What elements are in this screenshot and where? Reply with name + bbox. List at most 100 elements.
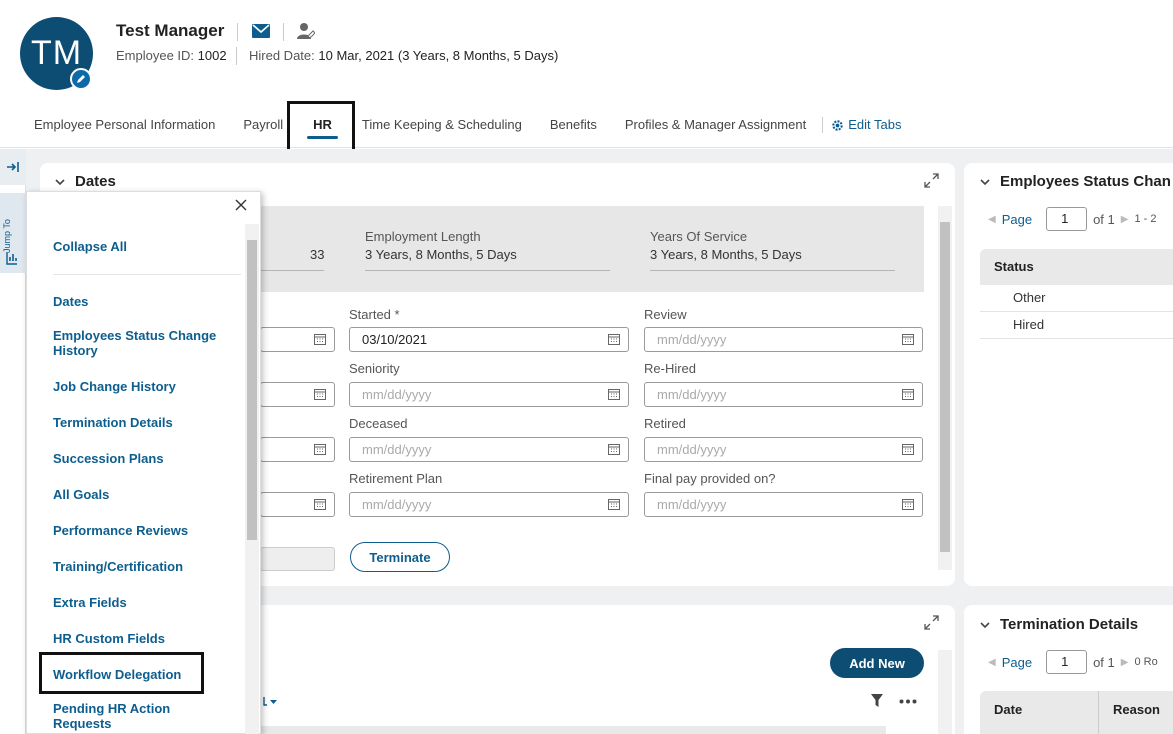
- retired-input[interactable]: mm/dd/yyyy: [644, 437, 923, 462]
- retirement-plan-label: Retirement Plan: [349, 471, 443, 486]
- chevron-down-icon: [980, 621, 990, 628]
- chevron-down-icon: [980, 178, 990, 185]
- page-input[interactable]: 1: [1046, 207, 1088, 231]
- prev-page-icon[interactable]: ◀: [988, 214, 996, 225]
- tab-benefits[interactable]: Benefits: [536, 108, 611, 142]
- gear-icon: [832, 119, 843, 131]
- expand-icon[interactable]: [924, 615, 939, 630]
- jump-link-hr-custom-fields[interactable]: HR Custom Fields: [53, 631, 223, 646]
- reason-column-header[interactable]: Reason: [1099, 691, 1173, 734]
- review-input[interactable]: mm/dd/yyyy: [644, 327, 923, 352]
- rehired-input[interactable]: mm/dd/yyyy: [644, 382, 923, 407]
- retirement-plan-input[interactable]: mm/dd/yyyy: [349, 492, 629, 517]
- calendar-icon[interactable]: [902, 333, 914, 345]
- calendar-icon[interactable]: [314, 333, 326, 345]
- review-label: Review: [644, 307, 687, 322]
- tab-time-keeping[interactable]: Time Keeping & Scheduling: [348, 108, 536, 142]
- tab-profiles-manager-assignment[interactable]: Profiles & Manager Assignment: [611, 108, 820, 142]
- dropdown-icon[interactable]: [263, 697, 279, 707]
- table-row[interactable]: Hired: [980, 312, 1173, 339]
- panel-divider: [53, 274, 241, 275]
- jump-link-extra-fields[interactable]: Extra Fields: [53, 595, 223, 610]
- dates-card-header[interactable]: Dates: [55, 173, 116, 190]
- jump-link-succession-plans[interactable]: Succession Plans: [53, 451, 223, 466]
- calendar-icon[interactable]: [902, 498, 914, 510]
- mail-icon[interactable]: [252, 24, 270, 38]
- jump-link-status-history[interactable]: Employees Status Change History: [53, 328, 223, 358]
- add-new-button[interactable]: Add New: [830, 648, 924, 678]
- page-count: of 1: [1093, 211, 1115, 227]
- calendar-icon[interactable]: [608, 333, 620, 345]
- calendar-icon[interactable]: [314, 443, 326, 455]
- summary-underline: [260, 270, 324, 271]
- avatar-initials: TM: [30, 34, 83, 72]
- close-icon[interactable]: [234, 198, 248, 212]
- expand-rail-button[interactable]: [0, 149, 26, 185]
- deceased-input[interactable]: mm/dd/yyyy: [349, 437, 629, 462]
- jump-link-termination-details[interactable]: Termination Details: [53, 415, 223, 430]
- seniority-input[interactable]: mm/dd/yyyy: [349, 382, 629, 407]
- header-divider: [237, 23, 238, 41]
- calendar-icon[interactable]: [608, 388, 620, 400]
- status-card-header[interactable]: Employees Status Chan: [980, 173, 1171, 190]
- jump-link-performance-reviews[interactable]: Performance Reviews: [53, 523, 223, 538]
- termination-card-title: Termination Details: [1000, 616, 1139, 633]
- user-edit-icon[interactable]: [297, 22, 315, 40]
- calendar-icon[interactable]: [902, 388, 914, 400]
- jump-link-dates[interactable]: Dates: [53, 294, 223, 309]
- jump-link-job-change-history[interactable]: Job Change History: [53, 379, 223, 394]
- status-column-header[interactable]: Status: [980, 249, 1173, 285]
- retired-label: Retired: [644, 416, 686, 431]
- expand-right-icon: [7, 162, 19, 172]
- pencil-icon: [77, 75, 85, 83]
- row-range: 0 Ro: [1134, 656, 1158, 668]
- tab-employee-personal-information[interactable]: Employee Personal Information: [20, 108, 229, 142]
- edit-tabs-button[interactable]: Edit Tabs: [825, 108, 907, 142]
- final-pay-input[interactable]: mm/dd/yyyy: [644, 492, 923, 517]
- employee-name: Test Manager: [116, 21, 225, 40]
- started-input[interactable]: 03/10/2021: [349, 327, 629, 352]
- calendar-icon[interactable]: [608, 498, 620, 510]
- more-options-icon[interactable]: [899, 699, 917, 704]
- next-page-icon[interactable]: ▶: [1121, 214, 1129, 225]
- jump-link-pending-hr-action-requests[interactable]: Pending HR Action Requests: [53, 701, 223, 731]
- calendar-icon[interactable]: [902, 443, 914, 455]
- calendar-icon[interactable]: [314, 388, 326, 400]
- jump-link-all-goals[interactable]: All Goals: [53, 487, 223, 502]
- header-divider: [236, 47, 237, 65]
- hired-date: Hired Date: 10 Mar, 2021 (3 Years, 8 Mon…: [249, 48, 559, 63]
- summary-value: 33: [310, 247, 325, 262]
- table-row[interactable]: Other: [980, 285, 1173, 312]
- filter-icon[interactable]: [871, 694, 883, 708]
- next-page-icon[interactable]: ▶: [1121, 657, 1129, 668]
- rehired-label: Re-Hired: [644, 361, 697, 376]
- dates-scrollbar[interactable]: [938, 206, 952, 570]
- employment-length-label: Employment Length: [365, 229, 481, 244]
- edit-avatar-button[interactable]: [70, 68, 92, 90]
- row-range: 1 - 2: [1134, 213, 1157, 225]
- prev-page-icon[interactable]: ◀: [988, 657, 996, 668]
- scroll-thumb[interactable]: [940, 222, 950, 552]
- expand-icon[interactable]: [924, 173, 939, 188]
- jump-panel-scrollbar[interactable]: [245, 224, 259, 734]
- status-card-title: Employees Status Chan: [1000, 173, 1171, 190]
- jump-link-training[interactable]: Training/Certification: [53, 559, 223, 574]
- page-count: of 1: [1093, 654, 1115, 670]
- calendar-icon[interactable]: [608, 443, 620, 455]
- collapse-all-link[interactable]: Collapse All: [53, 239, 223, 254]
- side-rail: Jump To: [0, 149, 26, 734]
- termination-card-header[interactable]: Termination Details: [980, 616, 1138, 633]
- terminate-button[interactable]: Terminate: [350, 542, 450, 572]
- date-column-header[interactable]: Date: [980, 691, 1099, 734]
- lower-scrollbar[interactable]: [938, 650, 952, 734]
- jump-to-button[interactable]: Jump To: [0, 193, 26, 273]
- employee-id: Employee ID: 1002: [116, 48, 227, 63]
- tab-bar: Employee Personal Information Payroll HR…: [20, 108, 907, 142]
- scroll-thumb[interactable]: [247, 240, 257, 540]
- summary-underline: [365, 270, 610, 271]
- years-of-service-label: Years Of Service: [650, 229, 748, 244]
- calendar-icon[interactable]: [314, 498, 326, 510]
- page-input[interactable]: 1: [1046, 650, 1088, 674]
- dates-summary: 33 Employment Length 3 Years, 8 Months, …: [260, 206, 924, 292]
- header-divider: [283, 23, 284, 41]
